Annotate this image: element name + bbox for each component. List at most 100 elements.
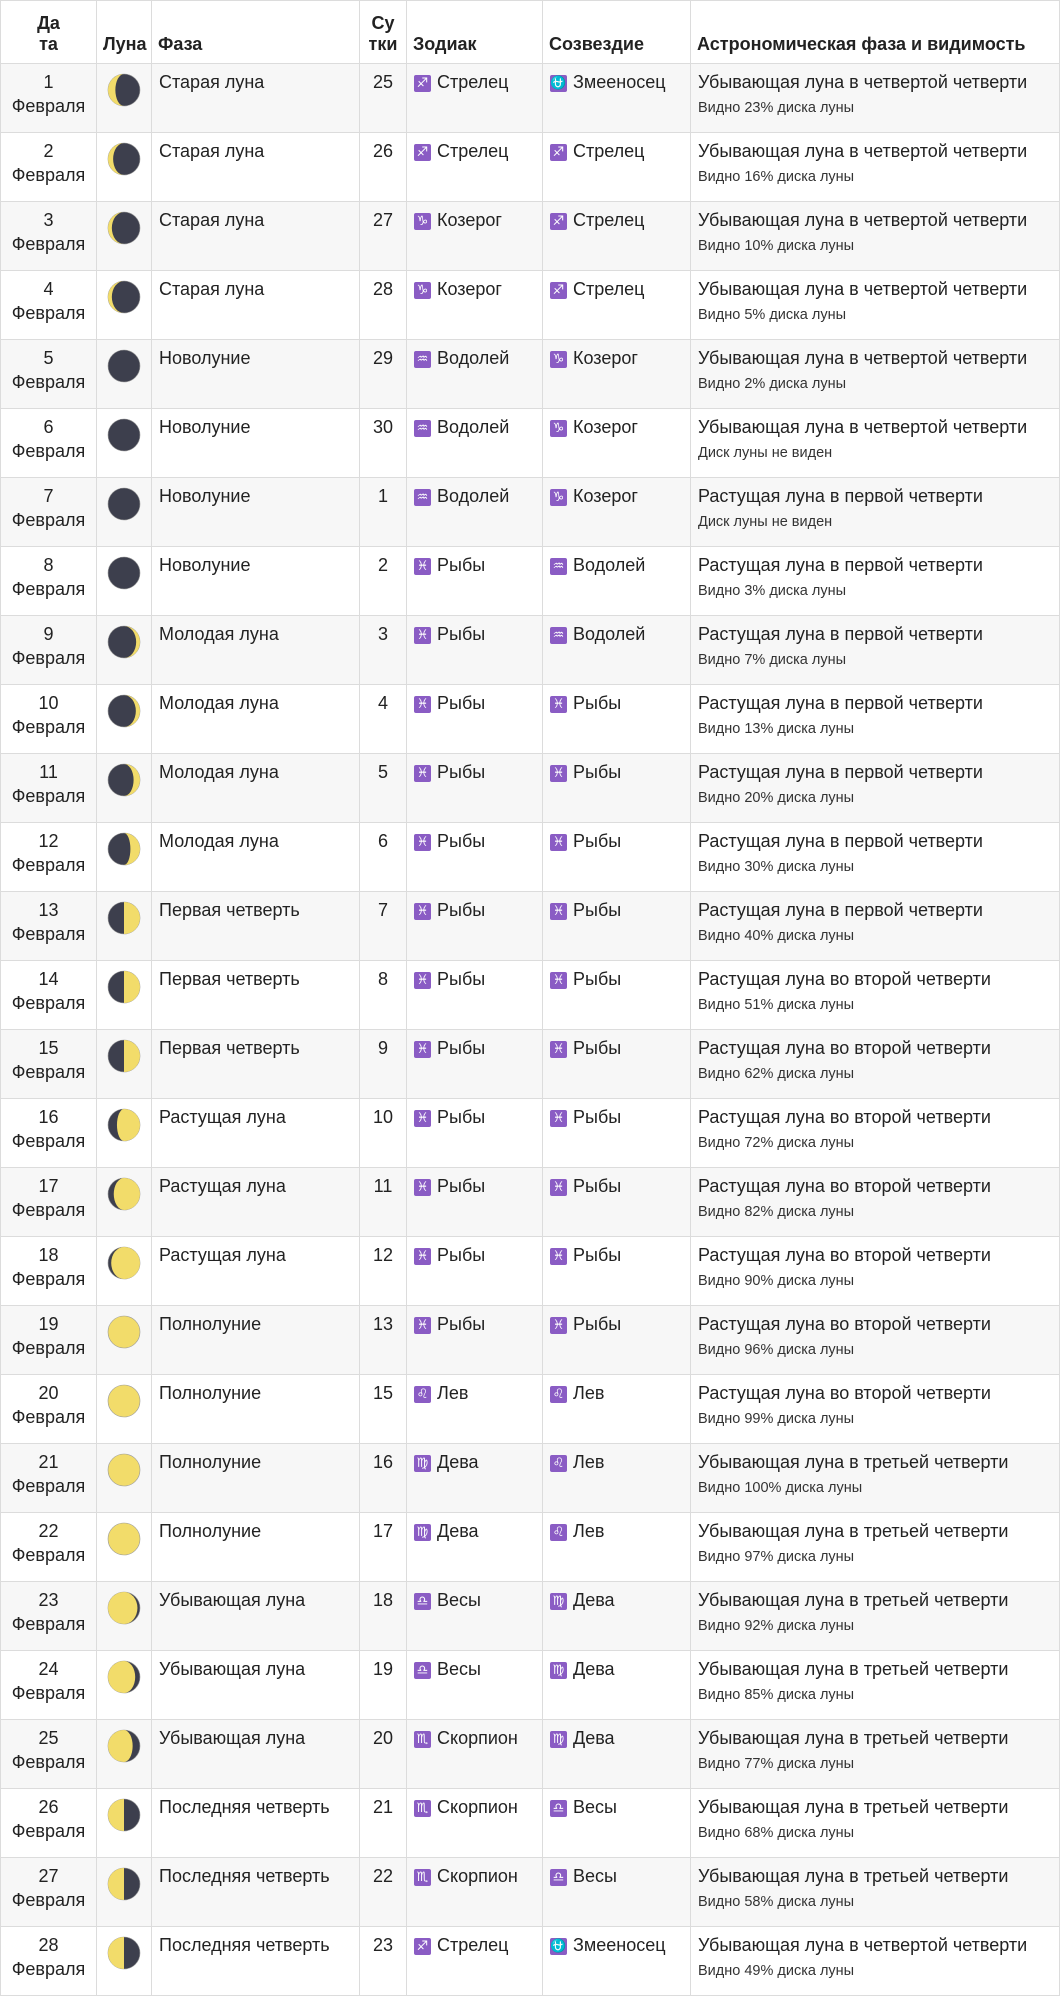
astro-phase: Убывающая луна в четвертой четверти: [698, 417, 1028, 437]
moon-cell: [96, 753, 152, 823]
month-name: Февраля: [11, 303, 86, 323]
date-cell: 22 Февраля: [0, 1512, 97, 1582]
astro-cell: Убывающая луна в третьей четверти Видно 9…: [690, 1581, 1060, 1651]
constellation-name: Рыбы: [573, 1314, 622, 1334]
moon-cell: [96, 132, 152, 202]
constellation-sign-icon: ♒: [550, 558, 567, 575]
astro-cell: Растущая луна в первой четверти Диск луны…: [690, 477, 1060, 547]
constellation-sign-icon: ♌: [550, 1455, 567, 1472]
astro-cell: Убывающая луна в третьей четверти Видно 7…: [690, 1719, 1060, 1789]
constellation-name: Змееносец: [573, 1935, 666, 1955]
phase-cell: Молодая луна: [151, 753, 360, 823]
constellation-name: Дева: [573, 1590, 615, 1610]
constellation-cell: ♑ Козерог: [542, 339, 691, 409]
constellation-name: Стрелец: [573, 279, 645, 299]
constellation-cell: ♓ Рыбы: [542, 960, 691, 1030]
waning-crescent-moon-icon: [107, 142, 141, 176]
zodiac-sign-icon: ♏: [414, 1731, 431, 1748]
phase-cell: Первая четверть: [151, 960, 360, 1030]
zodiac-sign-icon: ♓: [414, 765, 431, 782]
month-name: Февраля: [11, 1821, 86, 1841]
astro-cell: Убывающая луна в третьей четверти Видно 5…: [690, 1857, 1060, 1927]
astro-phase: Убывающая луна в четвертой четверти: [698, 1935, 1028, 1955]
month-name: Февраля: [11, 579, 86, 599]
astro-cell: Растущая луна в первой четверти Видно 30%…: [690, 822, 1060, 892]
astro-phase: Растущая луна во второй четверти: [698, 1245, 991, 1265]
lunar-day-cell: 19: [359, 1650, 407, 1720]
visibility-text: Видно 49% диска луны: [698, 1963, 855, 1979]
new-moon-moon-icon: [107, 487, 141, 521]
zodiac-cell: ♒ Водолей: [406, 477, 543, 547]
astro-cell: Растущая луна в первой четверти Видно 7% …: [690, 615, 1060, 685]
visibility-text: Видно 13% диска луны: [698, 721, 855, 737]
month-name: Февраля: [11, 993, 86, 1013]
date-cell: 14 Февраля: [0, 960, 97, 1030]
visibility-text: Диск луны не виден: [698, 514, 833, 530]
lunar-day-cell: 8: [359, 960, 407, 1030]
zodiac-sign-icon: ♓: [414, 903, 431, 920]
date-cell: 8 Февраля: [0, 546, 97, 616]
visibility-text: Видно 99% диска луны: [698, 1411, 855, 1427]
astro-cell: Растущая луна во второй четверти Видно 72…: [690, 1098, 1060, 1168]
zodiac-cell: ♓ Рыбы: [406, 1167, 543, 1237]
moon-cell: [96, 1443, 152, 1513]
phase-cell: Новолуние: [151, 477, 360, 547]
day-number: 13: [38, 900, 59, 920]
table-row: 3 Февраля Старая луна 27 ♑ Козерог ♐ Стрел…: [0, 201, 1060, 271]
waxing-crescent-moon-icon: [107, 694, 141, 728]
constellation-name: Дева: [573, 1659, 615, 1679]
zodiac-sign-icon: ♓: [414, 558, 431, 575]
constellation-cell: ⛎ Змееносец: [542, 63, 691, 133]
day-number: 6: [43, 417, 54, 437]
zodiac-name: Дева: [437, 1452, 479, 1472]
zodiac-name: Дева: [437, 1521, 479, 1541]
lunar-day-cell: 5: [359, 753, 407, 823]
date-cell: 6 Февраля: [0, 408, 97, 478]
zodiac-name: Козерог: [437, 279, 502, 299]
constellation-sign-icon: ♑: [550, 420, 567, 437]
waning-gibbous-moon-icon: [107, 1660, 141, 1694]
constellation-sign-icon: ♍: [550, 1662, 567, 1679]
visibility-text: Видно 10% диска луны: [698, 238, 855, 254]
constellation-sign-icon: ♐: [550, 282, 567, 299]
astro-cell: Растущая луна во второй четверти Видно 96…: [690, 1305, 1060, 1375]
astro-phase: Растущая луна во второй четверти: [698, 969, 991, 989]
date-cell: 5 Февраля: [0, 339, 97, 409]
zodiac-name: Рыбы: [437, 1245, 486, 1265]
date-cell: 26 Февраля: [0, 1788, 97, 1858]
table-row: 23 Февраля Убывающая луна 18 ♎ Весы ♍ Дева…: [0, 1581, 1060, 1651]
date-cell: 16 Февраля: [0, 1098, 97, 1168]
table-row: 4 Февраля Старая луна 28 ♑ Козерог ♐ Стрел…: [0, 270, 1060, 340]
constellation-sign-icon: ♓: [550, 1317, 567, 1334]
constellation-sign-icon: ♒: [550, 627, 567, 644]
constellation-sign-icon: ⛎: [550, 75, 567, 92]
constellation-cell: ♒ Водолей: [542, 615, 691, 685]
header-astro: Астрономическая фаза и видимость: [690, 0, 1060, 64]
month-name: Февраля: [11, 234, 86, 254]
astro-phase: Убывающая луна в четвертой четверти: [698, 141, 1028, 161]
astro-phase: Растущая луна в первой четверти: [698, 693, 983, 713]
moon-cell: [96, 339, 152, 409]
phase-cell: Молодая луна: [151, 684, 360, 754]
lunar-day-cell: 6: [359, 822, 407, 892]
astro-phase: Убывающая луна в четвертой четверти: [698, 72, 1028, 92]
zodiac-sign-icon: ♐: [414, 144, 431, 161]
phase-cell: Растущая луна: [151, 1167, 360, 1237]
astro-phase: Растущая луна в первой четверти: [698, 555, 983, 575]
constellation-name: Весы: [573, 1866, 617, 1886]
phase-cell: Полнолуние: [151, 1305, 360, 1375]
phase-cell: Полнолуние: [151, 1512, 360, 1582]
month-name: Февраля: [11, 510, 86, 530]
lunar-day-cell: 25: [359, 63, 407, 133]
date-cell: 25 Февраля: [0, 1719, 97, 1789]
last-quarter-moon-icon: [107, 1867, 141, 1901]
constellation-cell: ♌ Лев: [542, 1443, 691, 1513]
table-row: 19 Февраля Полнолуние 13 ♓ Рыбы ♓ Рыбы Рас…: [0, 1305, 1060, 1375]
astro-phase: Убывающая луна в третьей четверти: [698, 1659, 1009, 1679]
zodiac-name: Рыбы: [437, 555, 486, 575]
phase-cell: Первая четверть: [151, 1029, 360, 1099]
visibility-text: Видно 3% диска луны: [698, 583, 847, 599]
header-date: Да та: [0, 0, 97, 64]
day-number: 16: [38, 1107, 59, 1127]
waxing-crescent-moon-icon: [107, 625, 141, 659]
